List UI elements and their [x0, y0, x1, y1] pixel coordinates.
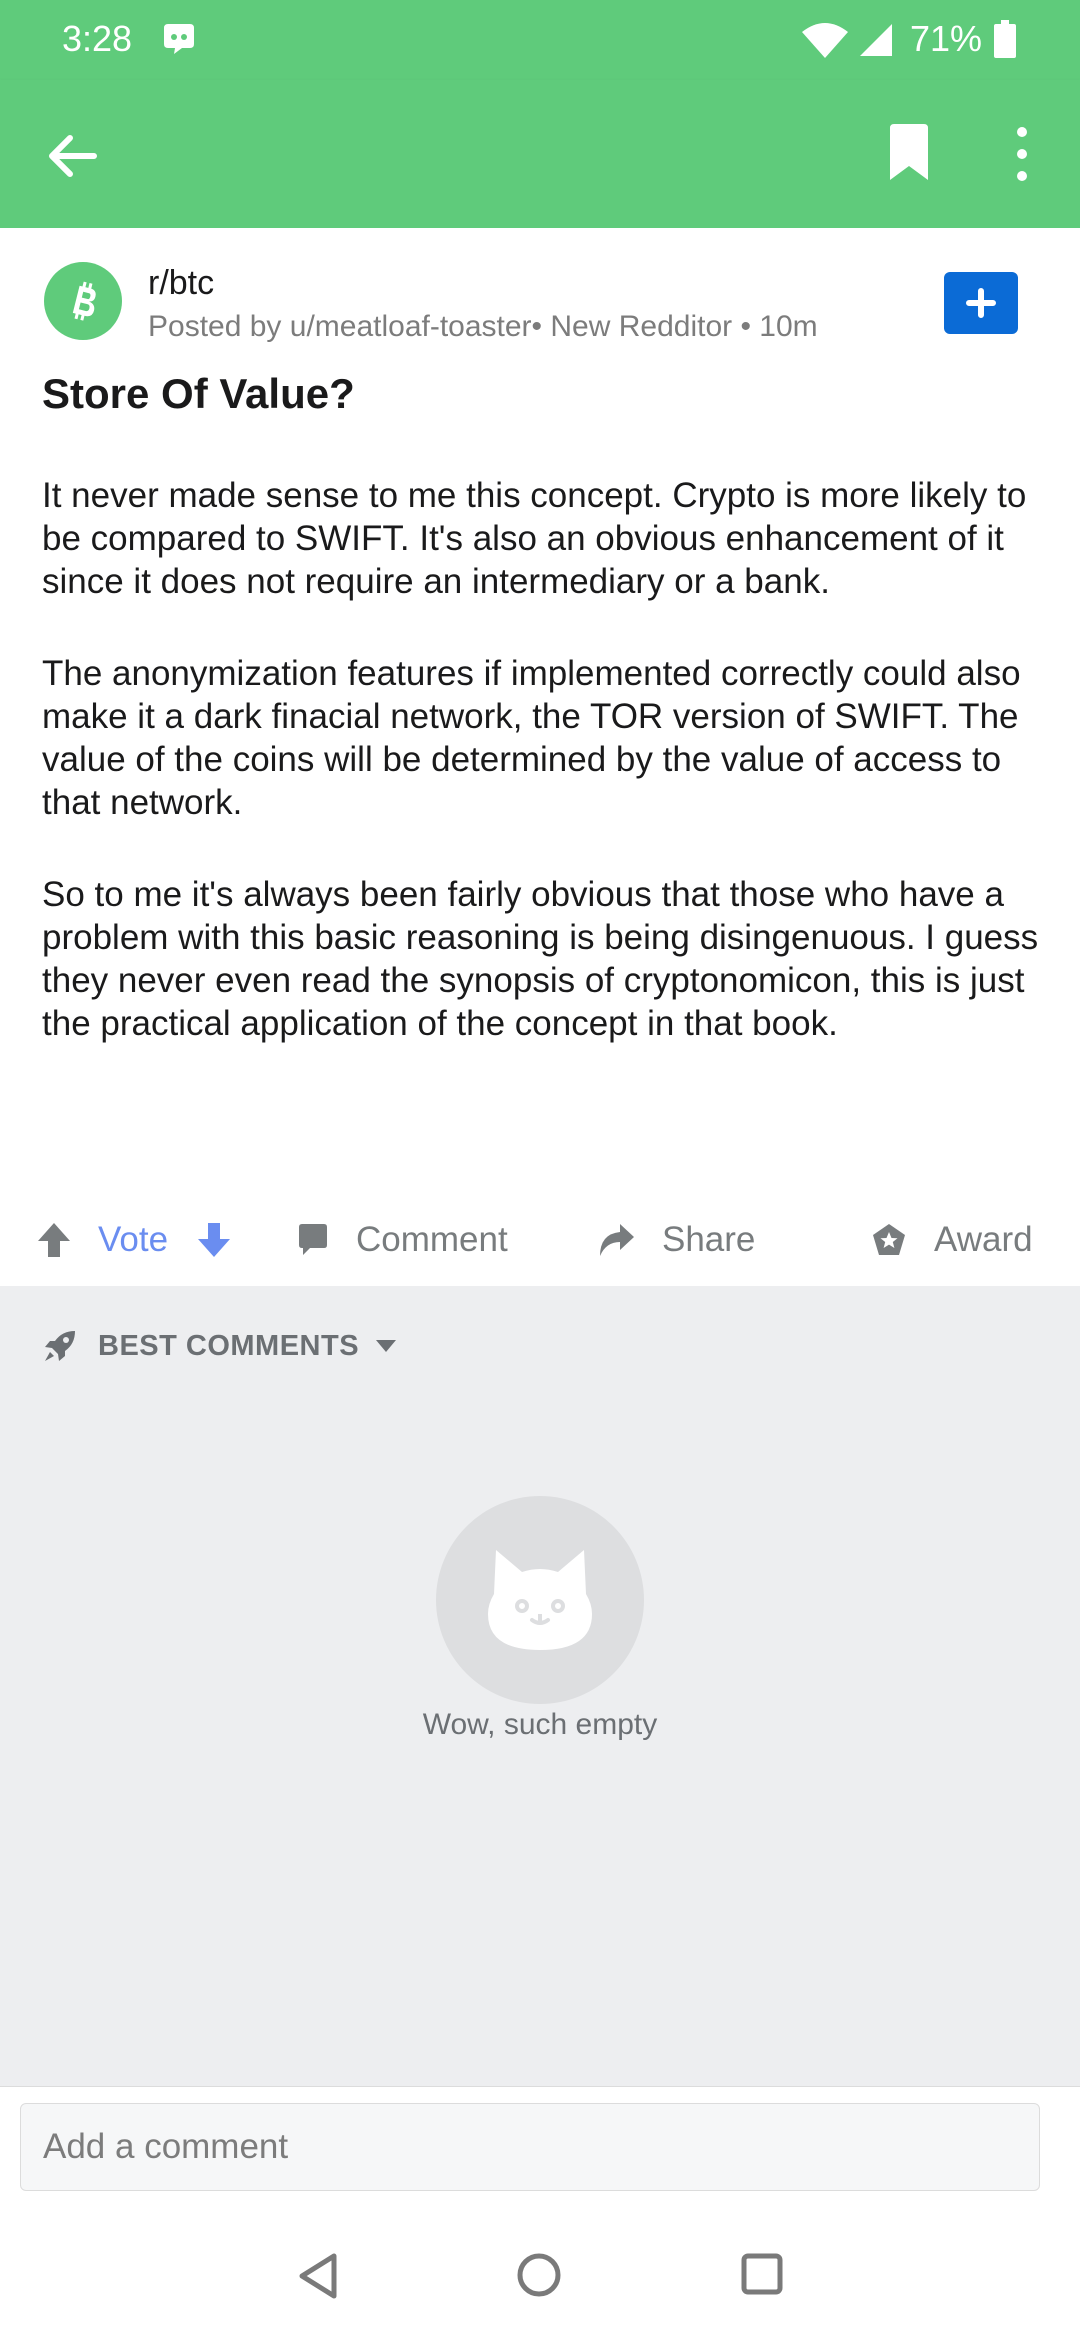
battery-percent: 71% — [910, 18, 983, 59]
arrow-left-icon[interactable] — [44, 128, 100, 184]
join-subreddit-button[interactable] — [944, 272, 1018, 334]
nav-back-icon[interactable] — [296, 2252, 340, 2300]
upvote-button[interactable] — [36, 1194, 72, 1286]
comment-button[interactable]: Comment — [296, 1194, 508, 1286]
cat-icon — [488, 1550, 592, 1650]
award-icon — [873, 1224, 905, 1255]
empty-state-badge — [436, 1496, 644, 1704]
award-button[interactable]: Award — [870, 1194, 1033, 1286]
bookmark-icon[interactable] — [886, 124, 932, 182]
award-label: Award — [934, 1220, 1033, 1259]
empty-state-text: Wow, such empty — [422, 1708, 658, 1741]
post-action-bar: Vote Comment Share Award — [0, 1194, 1080, 1286]
status-bar: 3:28 71% — [0, 0, 1080, 80]
status-time: 3:28 — [62, 18, 133, 59]
post-meta: Posted by u/meatloaf-toaster• New Reddit… — [148, 310, 818, 343]
nav-home-icon[interactable] — [516, 2252, 562, 2298]
share-label: Share — [662, 1220, 756, 1259]
battery-icon — [994, 20, 1016, 58]
comments-section: BEST COMMENTS Wow, such empty — [0, 1286, 1080, 2086]
arrow-up-icon — [38, 1223, 70, 1257]
subreddit-name[interactable]: r/btc — [148, 264, 214, 303]
share-button[interactable]: Share — [596, 1194, 755, 1286]
post-paragraph: It never made sense to me this concept. … — [42, 476, 1027, 601]
plus-icon — [966, 288, 996, 318]
nav-recents-icon[interactable] — [740, 2252, 784, 2296]
arrow-down-icon — [198, 1223, 230, 1257]
subreddit-avatar[interactable] — [44, 262, 122, 340]
post-title: Store Of Value? — [42, 370, 355, 417]
discord-notification-icon — [164, 24, 194, 54]
post-paragraph: So to me it's always been fairly obvious… — [42, 875, 1039, 1043]
share-icon — [600, 1224, 634, 1256]
system-nav-bar — [0, 2208, 1080, 2340]
caret-down-icon — [376, 1340, 397, 1352]
more-vertical-icon[interactable] — [1006, 124, 1038, 184]
wifi-icon — [802, 23, 848, 58]
signal-icon — [860, 24, 892, 56]
add-comment-input[interactable] — [20, 2103, 1040, 2191]
post-paragraph: The anonymization features if implemente… — [42, 654, 1021, 822]
bitcoin-icon — [72, 281, 96, 321]
post-body: It never made sense to me this concept. … — [42, 474, 1042, 1094]
comment-icon — [299, 1224, 327, 1255]
app-bar — [0, 80, 1080, 228]
vote-count: Vote — [98, 1220, 169, 1259]
rocket-icon — [45, 1331, 75, 1361]
comment-sort-label: BEST COMMENTS — [98, 1329, 360, 1362]
post: r/btc Posted by u/meatloaf-toaster• New … — [0, 228, 1080, 1286]
downvote-button[interactable] — [196, 1194, 232, 1286]
comment-sort-dropdown[interactable]: BEST COMMENTS — [42, 1328, 397, 1364]
comment-label: Comment — [356, 1220, 508, 1259]
comment-bar — [0, 2086, 1080, 2209]
